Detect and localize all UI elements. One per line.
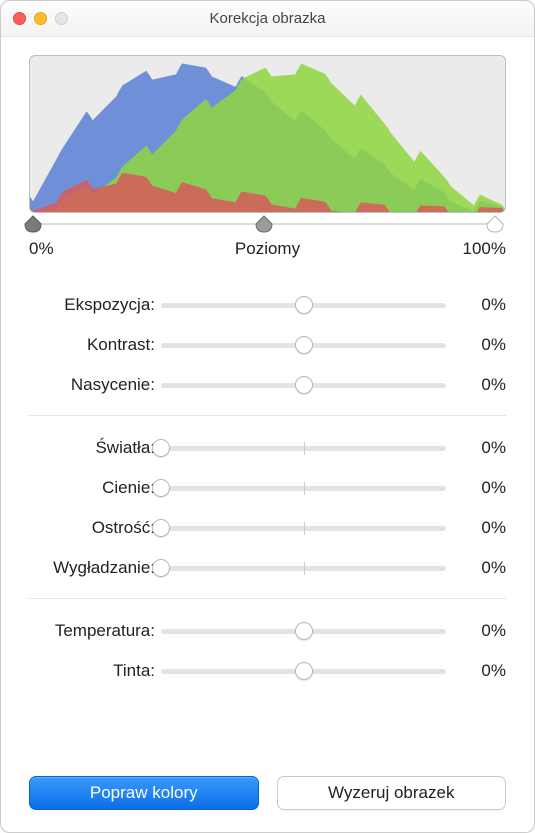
slider-thumb[interactable] — [295, 336, 313, 354]
slider-value: 0% — [446, 438, 506, 458]
slider-value: 0% — [446, 558, 506, 578]
close-icon[interactable] — [13, 12, 26, 25]
slider-track — [161, 446, 446, 451]
reset-button[interactable]: Wyzeruj obrazek — [277, 776, 507, 810]
slider[interactable] — [161, 477, 446, 499]
levels-left-label: 0% — [29, 239, 54, 259]
slider[interactable] — [161, 334, 446, 356]
slider-label: Cienie: — [29, 478, 161, 498]
slider-tick — [304, 442, 305, 455]
slider-track — [161, 486, 446, 491]
image-adjust-window: Korekcja obrazka 0% Poziomy 100% Ekspozy… — [0, 0, 535, 833]
slider-value: 0% — [446, 518, 506, 538]
slider-row: Kontrast: 0% — [29, 325, 506, 365]
slider-row: Temperatura: 0% — [29, 611, 506, 651]
levels-white-thumb[interactable] — [486, 215, 504, 233]
levels-mid-thumb[interactable] — [255, 215, 273, 233]
slider-track — [161, 526, 446, 531]
slider-row: Wygładzanie: 0% — [29, 548, 506, 588]
slider-thumb[interactable] — [152, 519, 170, 537]
slider-thumb[interactable] — [295, 622, 313, 640]
slider-thumb[interactable] — [152, 439, 170, 457]
levels-right-label: 100% — [463, 239, 506, 259]
histogram — [29, 55, 506, 213]
slider-value: 0% — [446, 621, 506, 641]
slider-label: Światła: — [29, 438, 161, 458]
slider-row: Cienie: 0% — [29, 468, 506, 508]
slider-thumb[interactable] — [295, 296, 313, 314]
slider[interactable] — [161, 557, 446, 579]
slider-label: Wygładzanie: — [29, 558, 161, 578]
minimize-icon[interactable] — [34, 12, 47, 25]
slider-label: Nasycenie: — [29, 375, 161, 395]
slider-group: Światła:0%Cienie:0%Ostrość:0%Wygładzanie… — [29, 415, 506, 598]
slider-value: 0% — [446, 478, 506, 498]
slider-thumb[interactable] — [295, 376, 313, 394]
slider-label: Ostrość: — [29, 518, 161, 538]
slider[interactable] — [161, 437, 446, 459]
adjust-sliders: Ekspozycja:0%Kontrast:0%Nasycenie:0%Świa… — [29, 277, 506, 701]
window-title: Korekcja obrazka — [1, 10, 534, 27]
slider-label: Ekspozycja: — [29, 295, 161, 315]
slider[interactable] — [161, 620, 446, 642]
slider-value: 0% — [446, 375, 506, 395]
levels-black-thumb[interactable] — [24, 215, 42, 233]
slider-row: Tinta: 0% — [29, 651, 506, 691]
slider-thumb[interactable] — [152, 559, 170, 577]
slider-thumb[interactable] — [152, 479, 170, 497]
slider[interactable] — [161, 374, 446, 396]
slider-value: 0% — [446, 335, 506, 355]
slider-tick — [304, 482, 305, 495]
slider-group: Temperatura: 0% Tinta: 0% — [29, 598, 506, 701]
slider-label: Tinta: — [29, 661, 161, 681]
slider-row: Ostrość: 0% — [29, 508, 506, 548]
slider-row: Nasycenie: 0% — [29, 365, 506, 405]
slider[interactable] — [161, 517, 446, 539]
slider[interactable] — [161, 294, 446, 316]
levels-labels: 0% Poziomy 100% — [29, 239, 506, 259]
slider[interactable] — [161, 660, 446, 682]
slider-value: 0% — [446, 661, 506, 681]
slider-thumb[interactable] — [295, 662, 313, 680]
levels-slider[interactable]: 0% Poziomy 100% — [29, 215, 506, 265]
content: 0% Poziomy 100% Ekspozycja: 0% Kontrast: 0%… — [1, 37, 534, 832]
slider-tick — [304, 522, 305, 535]
button-bar: Popraw kolory Wyzeruj obrazek — [29, 766, 506, 810]
slider-value: 0% — [446, 295, 506, 315]
slider-row: Światła: 0% — [29, 428, 506, 468]
titlebar: Korekcja obrazka — [1, 1, 534, 37]
slider-label: Kontrast: — [29, 335, 161, 355]
slider-row: Ekspozycja: 0% — [29, 285, 506, 325]
slider-label: Temperatura: — [29, 621, 161, 641]
window-controls — [13, 12, 68, 25]
levels-mid-label: Poziomy — [235, 239, 300, 259]
zoom-icon — [55, 12, 68, 25]
slider-group: Ekspozycja: 0% Kontrast: 0% Nasycenie: 0% — [29, 277, 506, 415]
slider-track — [161, 566, 446, 571]
enhance-button[interactable]: Popraw kolory — [29, 776, 259, 810]
slider-tick — [304, 562, 305, 575]
